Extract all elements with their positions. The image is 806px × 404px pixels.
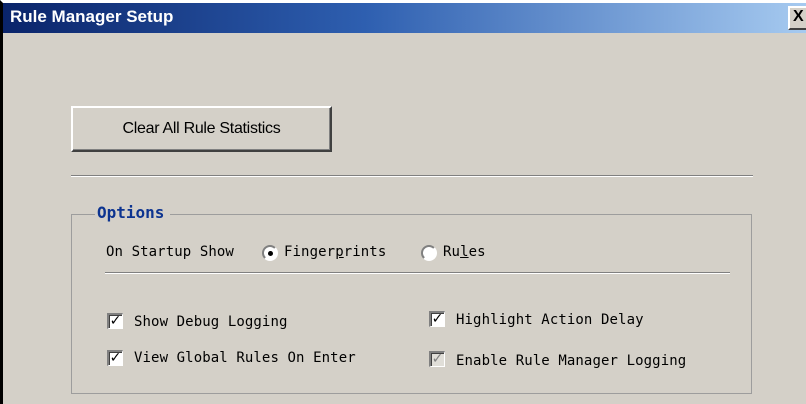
highlight-action-delay-checkbox[interactable]: ✓ [429,311,445,327]
view-global-rules-on-enter-label[interactable]: View Global Rules On Enter [134,350,356,366]
options-group-label: Options [95,203,171,222]
fingerprints-radio-label[interactable]: Fingerprints [284,244,386,260]
checkmark-icon: ✓ [431,311,444,327]
rules-radio-label[interactable]: Rules [443,244,486,260]
enable-rule-manager-logging-checkbox[interactable]: ✓ [429,351,445,367]
enable-rule-manager-logging-label[interactable]: Enable Rule Manager Logging [456,353,686,369]
checkmark-icon: ✓ [109,313,122,329]
show-debug-logging-label[interactable]: Show Debug Logging [134,314,288,330]
rules-radio[interactable] [421,245,437,261]
view-global-rules-on-enter-checkbox[interactable]: ✓ [107,350,123,366]
separator [71,175,753,177]
close-button[interactable]: X [788,6,806,30]
fingerprints-radio[interactable] [262,245,278,261]
highlight-action-delay-label[interactable]: Highlight Action Delay [456,312,644,328]
clear-all-rule-statistics-button[interactable]: Clear All Rule Statistics [71,106,332,152]
close-icon: X [793,8,804,25]
on-startup-show-label: On Startup Show [106,244,234,260]
options-separator [105,272,730,274]
window-title: Rule Manager Setup [10,7,174,26]
checkmark-icon: ✓ [109,350,122,366]
checkmark-icon: ✓ [431,351,444,367]
title-bar[interactable]: Rule Manager Setup X [3,3,806,33]
show-debug-logging-checkbox[interactable]: ✓ [107,313,123,329]
radio-selected-dot [268,251,273,256]
